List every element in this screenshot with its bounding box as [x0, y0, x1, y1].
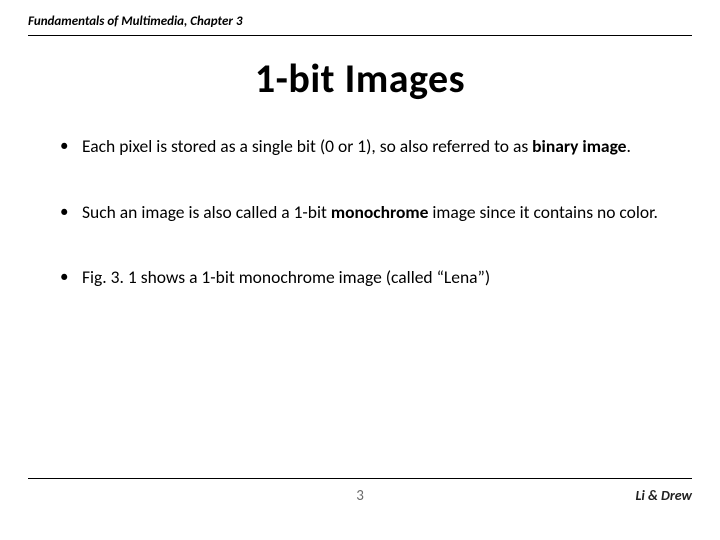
bullet-text-bold: monochrome: [331, 201, 429, 223]
list-item: Fig. 3. 1 shows a 1-bit monochrome image…: [56, 266, 664, 290]
list-item: Each pixel is stored as a single bit (0 …: [56, 135, 664, 159]
slide: Fundamentals of Multimedia, Chapter 3 1-…: [0, 0, 720, 540]
chapter-header: Fundamentals of Multimedia, Chapter 3: [28, 14, 692, 36]
bullet-text-pre: Such an image is also called a 1-bit: [82, 201, 331, 223]
footer: 3 Li & Drew: [28, 478, 692, 510]
slide-title: 1-bit Images: [28, 54, 692, 103]
list-item: Such an image is also called a 1-bit mon…: [56, 201, 664, 225]
bullet-text-post: image since it contains no color.: [428, 201, 657, 223]
bullet-text-post: .: [627, 135, 631, 157]
authors: Li & Drew: [635, 487, 692, 504]
bullet-list: Each pixel is stored as a single bit (0 …: [28, 135, 692, 332]
page-number: 3: [356, 487, 364, 505]
bullet-text-pre: Each pixel is stored as a single bit (0 …: [82, 135, 532, 157]
bullet-text-pre: Fig. 3. 1 shows a 1-bit monochrome image…: [82, 266, 490, 288]
bullet-text-bold: binary image: [532, 135, 626, 157]
